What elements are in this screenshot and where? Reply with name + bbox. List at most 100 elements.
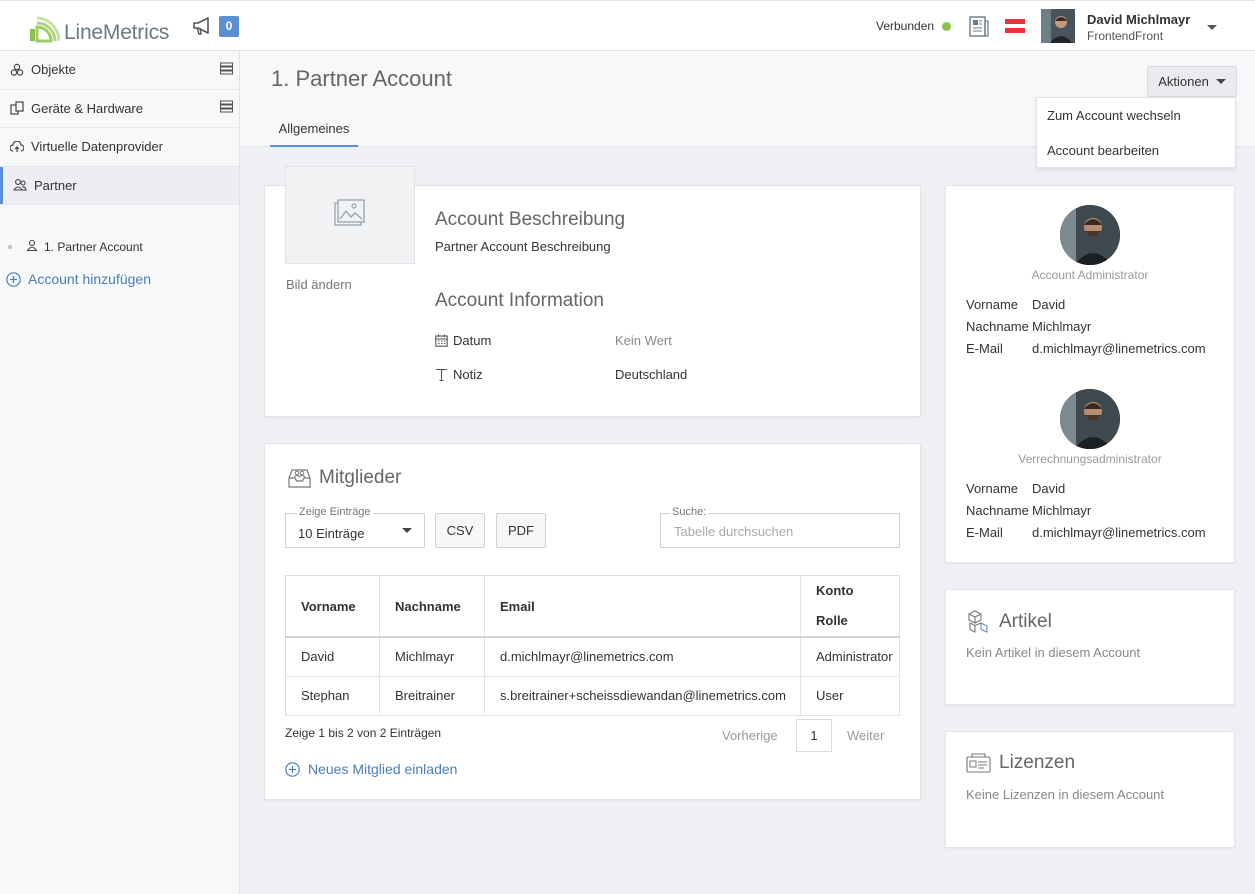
cell-first-name: David: [285, 637, 380, 677]
articles-card: Artikel Kein Artikel in diesem Account: [945, 589, 1235, 705]
pagination-page[interactable]: 1: [796, 719, 832, 752]
billing-admin-email: d.michlmayr@linemetrics.com: [1032, 525, 1206, 540]
admin-last-name-label: Nachname: [966, 319, 1029, 334]
connection-status-dot: [942, 22, 951, 31]
notification-count-badge[interactable]: 0: [219, 16, 239, 37]
newspaper-icon[interactable]: [969, 16, 989, 41]
cell-first-name: Stephan: [285, 676, 380, 716]
column-header-konto-rolle[interactable]: Konto Rolle: [800, 575, 900, 638]
admin-first-name: David: [1032, 297, 1066, 312]
members-inbox-icon: [288, 469, 311, 488]
add-account-link[interactable]: Account hinzufügen: [6, 271, 151, 287]
search-label: Suche:: [670, 506, 709, 518]
logo-text: LineMetrics: [64, 21, 170, 44]
members-heading: Mitglieder: [287, 466, 401, 489]
page-title: 1. Partner Account: [271, 66, 452, 91]
top-bar: LineMetrics 0 Verbunden David Michlmayr …: [0, 0, 1255, 54]
members-table: Vorname Nachname Email Konto Rolle David…: [285, 575, 900, 716]
plus-circle-icon: [285, 761, 300, 777]
sidebar-item-label: Virtuelle Datenprovider: [31, 139, 163, 155]
invite-member-link[interactable]: Neues Mitglied einladen: [285, 761, 457, 777]
billing-admin-first-name: David: [1032, 481, 1066, 496]
admin-role-title: Account Administrator: [1031, 268, 1149, 282]
billing-admin-first-name-label: Vorname: [966, 481, 1019, 496]
pdf-export-button[interactable]: PDF: [496, 513, 546, 548]
cloud-upload-icon: [10, 140, 24, 154]
actions-dropdown-menu: Zum Account wechseln Account bearbeiten: [1036, 97, 1236, 168]
search-placeholder: Tabelle durchsuchen: [674, 524, 794, 539]
cell-role: User: [800, 676, 900, 716]
sidebar-item-virtuelle-datenprovider[interactable]: Virtuelle Datenprovider: [0, 128, 239, 167]
sidebar-item-label: Geräte & Hardware: [31, 100, 143, 116]
linemetrics-logo[interactable]: LineMetrics: [30, 11, 169, 43]
billing-admin-avatar: [1060, 389, 1120, 449]
sidebar-subitem-partner-account[interactable]: 1. Partner Account: [8, 239, 143, 254]
account-image-placeholder[interactable]: [285, 166, 415, 264]
licenses-heading: Lizenzen: [966, 752, 1075, 774]
admin-last-name: Michlmayr: [1032, 319, 1092, 334]
text-icon: [436, 368, 447, 381]
caret-down-icon: [1215, 79, 1226, 84]
caret-down-icon: [402, 528, 412, 533]
sidebar-item-geraete[interactable]: Geräte & Hardware: [0, 90, 239, 128]
table-search-input[interactable]: Suche: Tabelle durchsuchen: [660, 506, 900, 548]
partner-icon: [13, 178, 27, 192]
change-image-link[interactable]: Bild ändern: [286, 277, 352, 292]
billing-admin-last-name-label: Nachname: [966, 503, 1029, 518]
actions-button[interactable]: Aktionen: [1147, 66, 1237, 97]
cell-last-name: Breitrainer: [379, 676, 485, 716]
column-header-nachname[interactable]: Nachname: [379, 575, 485, 638]
column-header-email[interactable]: Email: [484, 575, 801, 638]
user-organization[interactable]: FrontendFront: [1087, 29, 1163, 43]
add-account-label: Account hinzufügen: [28, 271, 151, 287]
table-header-row: Vorname Nachname Email Konto Rolle: [285, 575, 900, 638]
list-menu-icon[interactable]: [220, 100, 233, 116]
column-header-konto: Konto: [816, 583, 854, 598]
members-card: Mitglieder Zeige Einträge 10 Einträge CS…: [264, 443, 921, 800]
table-row[interactable]: David Michlmayr d.michlmayr@linemetrics.…: [285, 637, 900, 677]
invite-member-label: Neues Mitglied einladen: [308, 761, 458, 777]
chevron-down-icon[interactable]: [1207, 25, 1217, 30]
user-avatar[interactable]: [1041, 9, 1075, 43]
sidebar-item-partner[interactable]: Partner: [0, 166, 239, 205]
admin-email-label: E-Mail: [966, 341, 1003, 356]
cell-last-name: Michlmayr: [379, 637, 485, 677]
note-label-text: Notiz: [453, 367, 483, 382]
info-heading: Account Information: [435, 290, 604, 311]
pagination-next[interactable]: Weiter: [847, 728, 884, 743]
menu-item-switch-account[interactable]: Zum Account wechseln: [1037, 98, 1235, 133]
user-name[interactable]: David Michlmayr: [1087, 12, 1190, 27]
cell-email: d.michlmayr@linemetrics.com: [484, 637, 801, 677]
table-info: Zeige 1 bis 2 von 2 Einträgen: [285, 726, 442, 740]
articles-heading-text: Artikel: [999, 611, 1052, 632]
admin-avatar: [1060, 205, 1120, 265]
connection-status-text: Verbunden: [876, 19, 935, 33]
account-card: Bild ändern Account Beschreibung Partner…: [264, 166, 921, 417]
actions-label: Aktionen: [1158, 74, 1209, 89]
bullet-icon: [8, 244, 12, 249]
entries-select-value: 10 Einträge: [298, 526, 365, 541]
menu-item-edit-account[interactable]: Account bearbeiten: [1037, 133, 1235, 168]
date-label: Datum: [435, 333, 491, 348]
table-row[interactable]: Stephan Breitrainer s.breitrainer+scheis…: [285, 676, 900, 716]
sidebar-subitem-label: 1. Partner Account: [44, 239, 143, 254]
cell-role: Administrator: [800, 637, 900, 677]
column-header-vorname[interactable]: Vorname: [285, 575, 380, 638]
calendar-icon: [435, 334, 448, 347]
language-flag-icon[interactable]: [1005, 19, 1025, 33]
sidebar-item-label: Objekte: [31, 62, 76, 78]
image-icon: [334, 199, 365, 226]
sidebar-item-objekte[interactable]: Objekte: [0, 51, 239, 90]
tab-allgemeines[interactable]: Allgemeines: [270, 121, 358, 147]
list-menu-icon[interactable]: [220, 62, 233, 77]
description-heading: Account Beschreibung: [435, 209, 626, 230]
user-icon: [26, 239, 38, 254]
csv-export-button[interactable]: CSV: [435, 513, 485, 548]
megaphone-icon[interactable]: [192, 16, 216, 39]
licenses-empty-text: Keine Lizenzen in diesem Account: [966, 787, 1165, 802]
devices-icon: [10, 101, 24, 115]
pagination-previous[interactable]: Vorherige: [722, 728, 778, 743]
date-value: Kein Wert: [615, 333, 672, 348]
note-value: Deutschland: [615, 367, 688, 382]
entries-select[interactable]: Zeige Einträge 10 Einträge: [285, 506, 425, 548]
